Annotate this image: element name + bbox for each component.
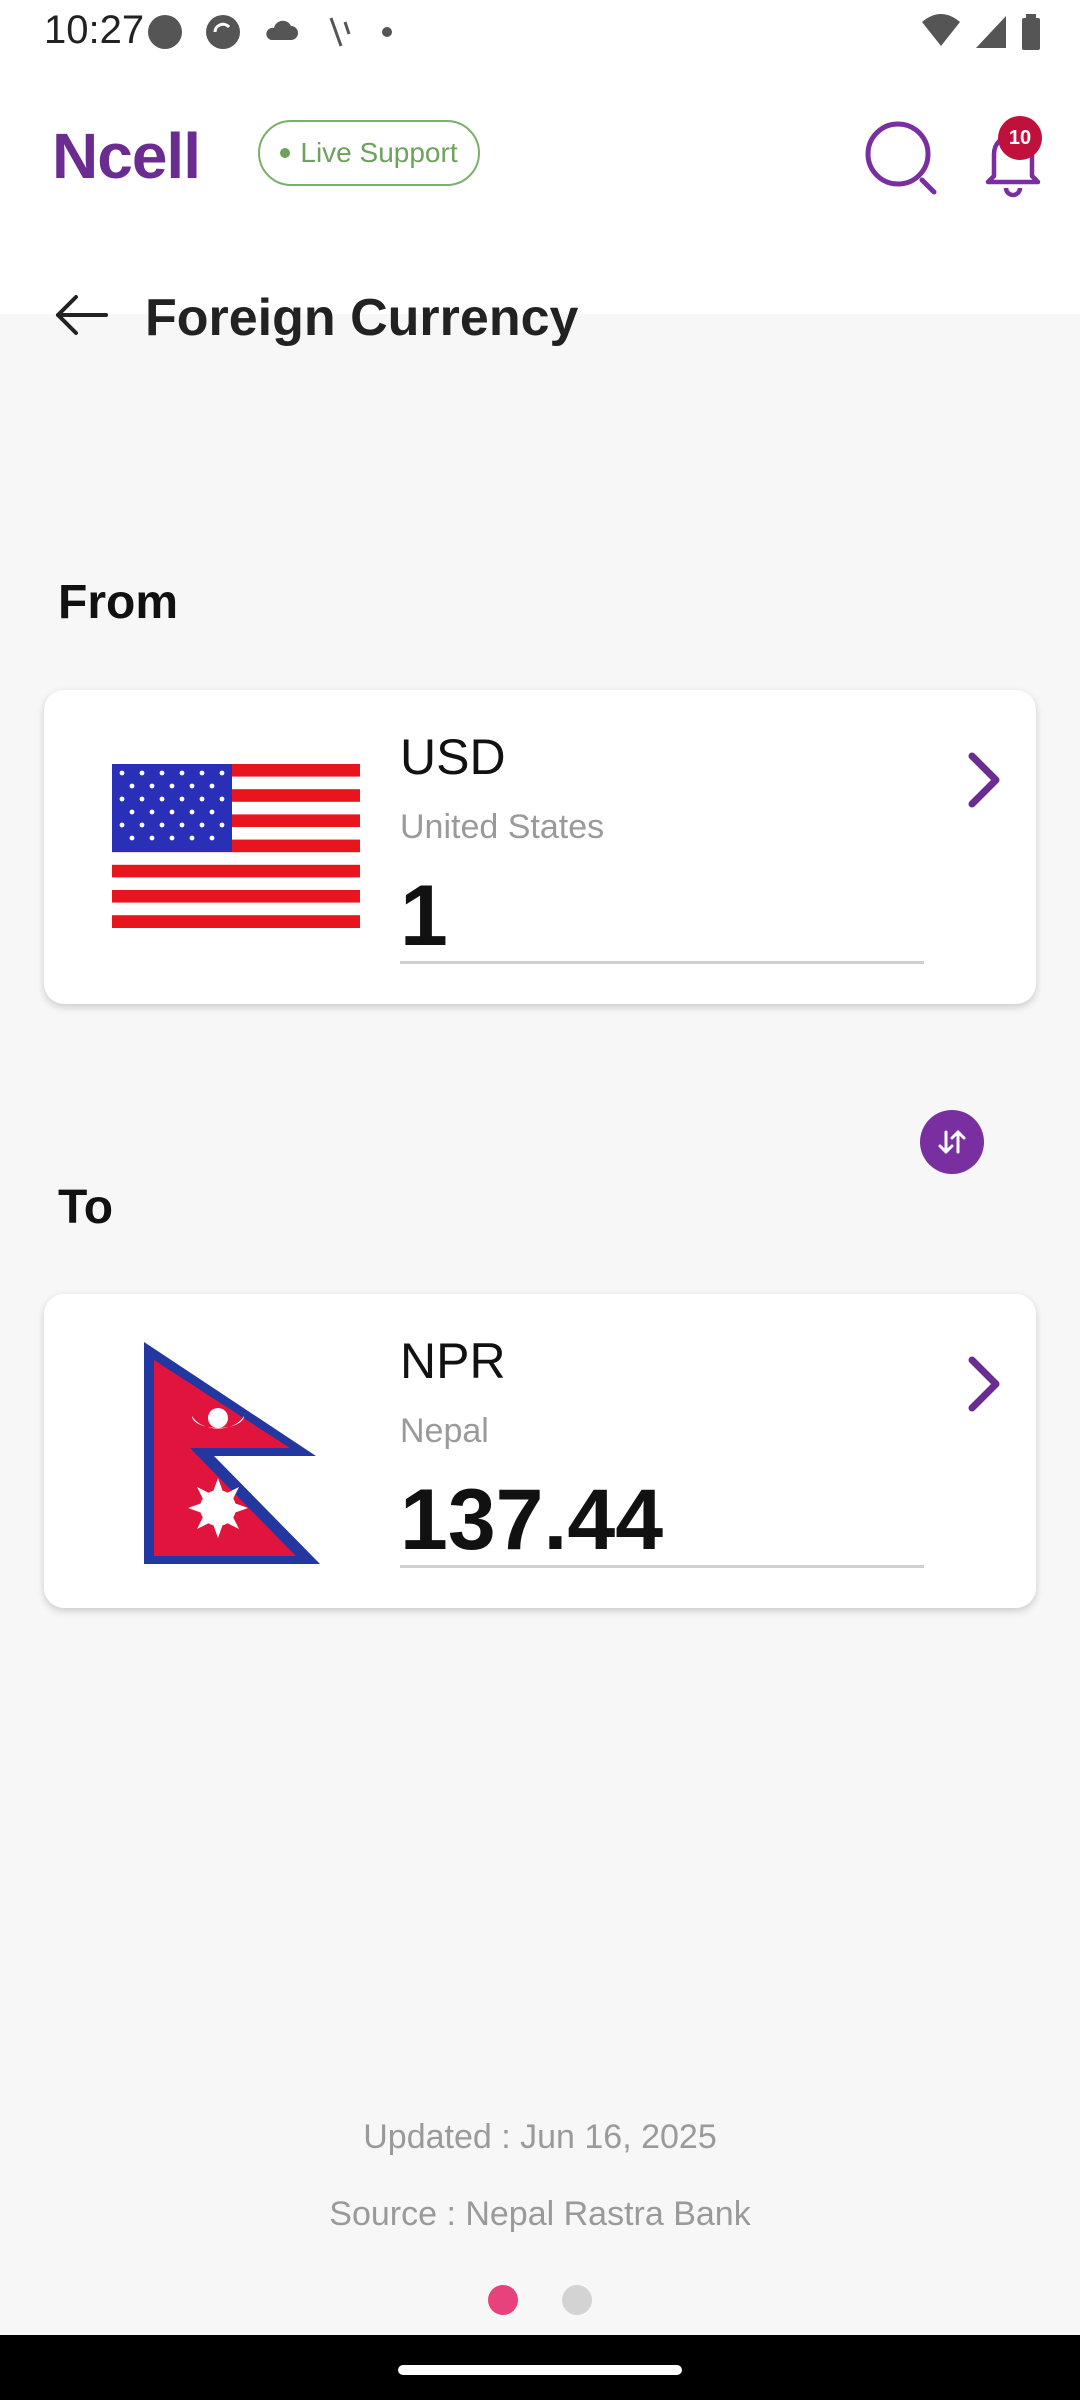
page-title: Foreign Currency (145, 289, 579, 347)
status-system-icons (920, 12, 1042, 52)
app-header: Ncell Live Support 10 Foreign Currency (0, 64, 1080, 347)
nepal-flag-icon (144, 1342, 320, 1564)
swap-arrows-icon (938, 1130, 966, 1154)
cloud-icon (266, 20, 298, 40)
online-dot-icon (280, 148, 291, 158)
notification-badge: 10 (998, 116, 1042, 160)
dot-icon (382, 27, 392, 37)
source-text: Source : Nepal Rastra Bank (329, 2195, 751, 2233)
pager-dot-inactive[interactable] (562, 2285, 592, 2315)
status-notification-icons (145, 12, 397, 52)
from-currency-card[interactable]: USD United States 1 (44, 690, 1036, 1004)
pen-icon (329, 17, 351, 47)
us-flag-icon (112, 764, 360, 928)
wifi-icon (922, 14, 960, 46)
swap-currency-button[interactable] (920, 1110, 984, 1174)
status-time: 10:27 (44, 8, 145, 52)
sync-icon (206, 15, 240, 49)
from-amount-input[interactable]: 1 (400, 868, 924, 964)
ncell-logo: Ncell (52, 120, 201, 192)
live-support-label: Live Support (300, 137, 458, 168)
to-amount-value: 137.44 (400, 1472, 924, 1568)
battery-icon (1022, 14, 1040, 50)
chevron-right-icon[interactable] (962, 1352, 1006, 1416)
from-currency-code: USD (400, 729, 506, 785)
updated-date: Updated : Jun 16, 2025 (363, 2118, 717, 2156)
back-arrow-icon[interactable] (52, 290, 112, 340)
live-support-button[interactable]: Live Support (258, 120, 480, 186)
to-currency-country: Nepal (400, 1412, 489, 1450)
signal-icon (976, 16, 1006, 48)
chevron-right-icon[interactable] (962, 748, 1006, 812)
to-currency-card[interactable]: NPR Nepal 137.44 (44, 1294, 1036, 1608)
to-currency-code: NPR (400, 1333, 506, 1389)
record-icon (148, 15, 182, 49)
from-currency-country: United States (400, 808, 605, 846)
to-label: To (58, 1181, 114, 1234)
pager-dot-active[interactable] (488, 2285, 518, 2315)
from-label: From (58, 576, 178, 629)
status-bar: 10:27 (0, 0, 1080, 64)
search-icon[interactable] (862, 118, 942, 198)
home-gesture-handle[interactable] (398, 2365, 682, 2375)
